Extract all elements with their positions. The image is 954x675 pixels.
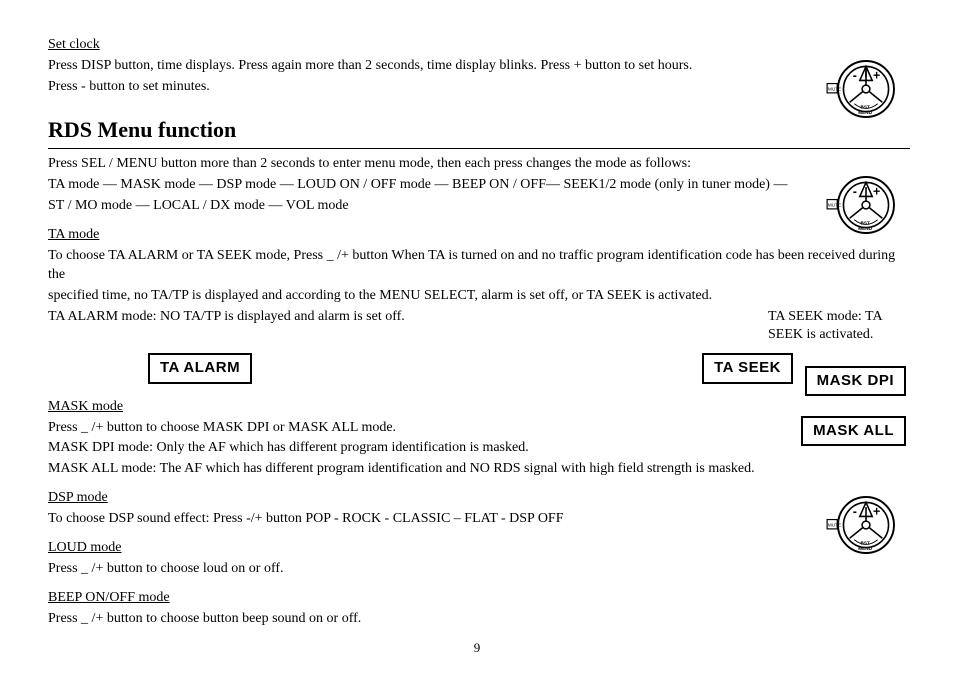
display-label-mask-all: MASK ALL	[801, 416, 906, 446]
display-label-mask-dpi: MASK DPI	[805, 366, 906, 396]
svg-text:MENU: MENU	[858, 110, 872, 115]
svg-text:MENU: MENU	[858, 546, 872, 551]
svg-text:MUTE: MUTE	[828, 523, 841, 528]
page-content: - + MUTE BST MENU - + MUTE BST	[48, 36, 910, 629]
svg-text:+: +	[873, 69, 880, 83]
body-text: Press _ /+ button to choose loud on or o…	[48, 560, 910, 579]
body-text: Press _ /+ button to choose button beep …	[48, 610, 910, 629]
body-text: Press DISP button, time displays. Press …	[48, 57, 910, 76]
body-text: Press SEL / MENU button more than 2 seco…	[48, 155, 910, 174]
rotary-knob-icon: - + MUTE BST MENU	[826, 490, 906, 560]
display-box: MASK ALL	[801, 416, 906, 446]
svg-text:-: -	[853, 69, 857, 83]
heading-mask-mode: MASK mode	[48, 398, 910, 417]
heading-dsp-mode: DSP mode	[48, 489, 910, 508]
body-text: To choose DSP sound effect: Press -/+ bu…	[48, 510, 910, 529]
heading-set-clock: Set clock	[48, 36, 910, 55]
body-text: TA SEEK mode: TA SEEK is activated.	[768, 308, 910, 346]
display-label-ta-alarm: TA ALARM	[148, 353, 252, 383]
svg-text:-: -	[853, 505, 857, 519]
svg-text:+: +	[873, 505, 880, 519]
svg-text:MUTE: MUTE	[828, 203, 841, 208]
body-text: MASK DPI mode: Only the AF which has dif…	[48, 439, 910, 458]
body-text: Press - button to set minutes.	[48, 78, 910, 97]
heading-ta-mode: TA mode	[48, 226, 910, 245]
ta-label-row: TA ALARM TA SEEK	[48, 353, 910, 383]
manual-page: - + MUTE BST MENU - + MUTE BST	[0, 0, 954, 675]
display-label-ta-seek: TA SEEK	[702, 353, 793, 383]
body-text: MASK ALL mode: The AF which has differen…	[48, 460, 910, 479]
body-text: specified time, no TA/TP is displayed an…	[48, 287, 910, 306]
heading-rds-menu: RDS Menu function	[48, 115, 910, 145]
divider	[48, 148, 910, 149]
body-text: TA ALARM mode: NO TA/TP is displayed and…	[48, 308, 768, 327]
rotary-knob-icon: - + MUTE BST MENU	[826, 170, 906, 240]
body-text: ST / MO mode — LOCAL / DX mode — VOL mod…	[48, 197, 910, 216]
display-box: MASK DPI	[805, 366, 906, 396]
ta-columns: TA ALARM mode: NO TA/TP is displayed and…	[48, 308, 910, 348]
body-text: TA mode — MASK mode — DSP mode — LOUD ON…	[48, 176, 910, 195]
svg-text:+: +	[873, 185, 880, 199]
body-text: Press _ /+ button to choose MASK DPI or …	[48, 419, 910, 438]
svg-text:MUTE: MUTE	[828, 87, 841, 92]
body-text: To choose TA ALARM or TA SEEK mode, Pres…	[48, 247, 910, 285]
heading-beep-mode: BEEP ON/OFF mode	[48, 589, 910, 608]
svg-text:MENU: MENU	[858, 226, 872, 231]
rotary-knob-icon: - + MUTE BST MENU	[826, 54, 906, 124]
svg-text:-: -	[853, 185, 857, 199]
heading-loud-mode: LOUD mode	[48, 539, 910, 558]
page-number: 9	[0, 639, 954, 657]
